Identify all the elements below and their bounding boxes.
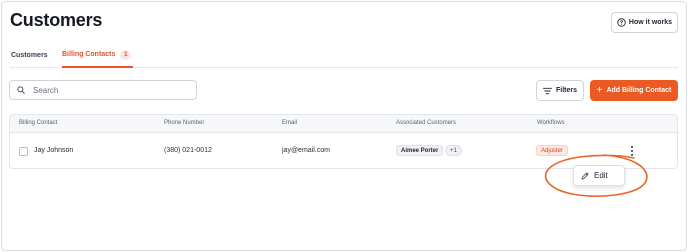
- column-header-email: Email: [282, 120, 298, 126]
- tab-billing-contacts-label: Billing Contacts: [62, 51, 116, 58]
- menu-item-edit[interactable]: Edit: [594, 171, 608, 180]
- contact-email: jay@email.com: [282, 147, 330, 154]
- more-customers-badge[interactable]: +1: [445, 145, 462, 156]
- billing-contacts-table: Billing Contact Phone Number Email Assoc…: [9, 114, 678, 169]
- column-header-workflows: Workflows: [537, 120, 565, 126]
- tab-count-badge: 1: [120, 49, 132, 60]
- search-input[interactable]: [33, 85, 183, 95]
- filter-lines-icon: [542, 87, 552, 94]
- row-actions-kebab-icon[interactable]: [628, 145, 636, 157]
- tab-customers[interactable]: Customers: [11, 47, 48, 68]
- filters-button[interactable]: Filters: [536, 80, 584, 101]
- how-it-works-label: How it works: [628, 19, 673, 26]
- plus-icon: +: [596, 84, 603, 96]
- column-header-phone-number: Phone Number: [164, 120, 205, 126]
- table-header: Billing Contact Phone Number Email Assoc…: [10, 115, 677, 133]
- tab-customers-label: Customers: [11, 52, 48, 59]
- contact-name: Jay Johnson: [34, 147, 74, 154]
- column-header-associated-customers: Associated Customers: [396, 120, 457, 126]
- search-icon: [17, 86, 25, 94]
- how-it-works-button[interactable]: How it works: [611, 12, 678, 33]
- workflow-badge: Adjuster: [536, 145, 569, 156]
- add-billing-contact-label: Add Billing Contact: [606, 87, 672, 94]
- associated-customer-chip[interactable]: Aimee Porter: [396, 145, 444, 156]
- contact-phone: (380) 021-0012: [164, 147, 212, 154]
- page-title: Customers: [10, 10, 103, 30]
- pencil-icon: [581, 172, 589, 179]
- search-box[interactable]: [9, 80, 197, 100]
- question-circle-icon: [617, 18, 626, 27]
- row-action-menu: Edit: [573, 165, 625, 186]
- add-billing-contact-button[interactable]: + Add Billing Contact: [590, 80, 678, 101]
- table-row[interactable]: Jay Johnson (380) 021-0012 jay@email.com…: [10, 133, 677, 169]
- filters-label: Filters: [555, 87, 577, 94]
- tab-billing-contacts[interactable]: Billing Contacts 1: [62, 47, 134, 68]
- row-checkbox[interactable]: [19, 147, 28, 156]
- column-header-billing-contact: Billing Contact: [19, 120, 58, 126]
- tab-bar: Customers Billing Contacts 1: [10, 47, 678, 68]
